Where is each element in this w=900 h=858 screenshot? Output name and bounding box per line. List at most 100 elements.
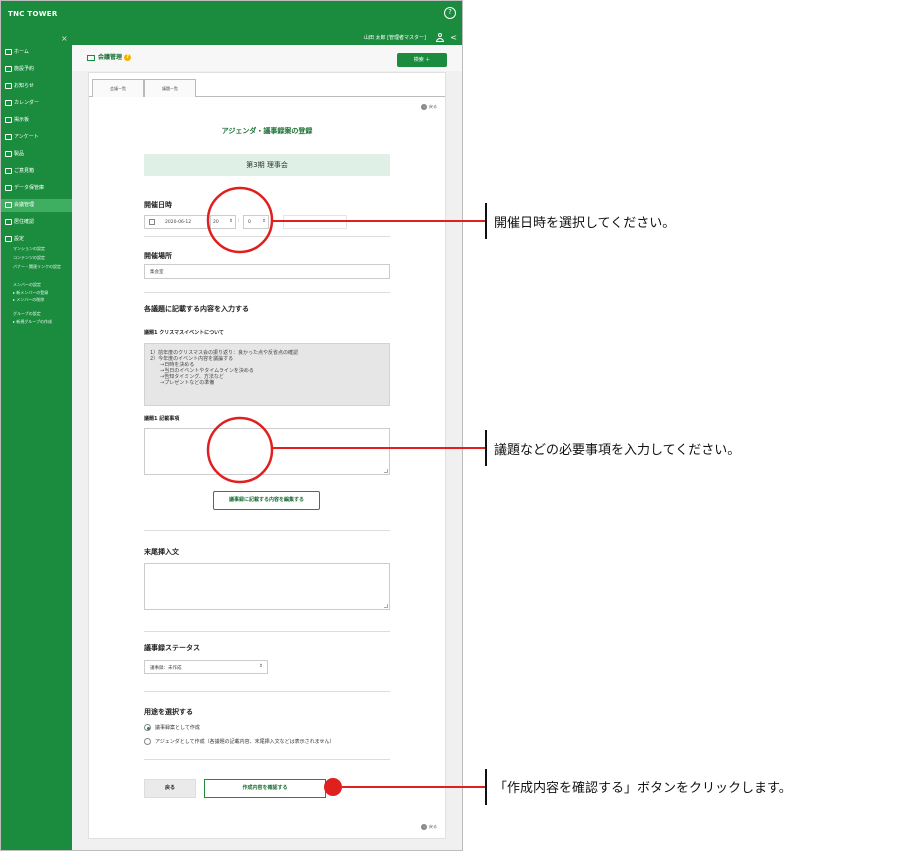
survey-icon xyxy=(5,133,12,140)
share-icon[interactable]: < xyxy=(450,33,457,42)
user-icon[interactable] xyxy=(436,33,444,42)
callout-bar-notes xyxy=(485,430,487,466)
storage-icon xyxy=(5,184,12,191)
callout-bar-datetime xyxy=(485,203,487,239)
help-icon[interactable]: ? xyxy=(444,7,456,19)
time-colon: : xyxy=(238,219,240,224)
divider xyxy=(144,691,390,692)
search-button[interactable]: 検索 ＋ xyxy=(397,53,447,67)
agenda-notes-textarea[interactable] xyxy=(144,428,390,475)
confirm-button[interactable]: 作成内容を確認する xyxy=(204,779,326,798)
agenda-title: 議題1 クリスマスイベントについて xyxy=(144,330,224,336)
sidebar-item-storage[interactable]: データ保管庫 xyxy=(1,182,72,195)
place-label: 開催場所 xyxy=(144,252,172,260)
brand-logo: TNC TOWER xyxy=(8,10,58,18)
monitor-icon xyxy=(87,54,95,61)
sidebar: × ホーム 施設予約 お知らせ カレンダー 掲示板 アンケート 製品 ご意見箱 … xyxy=(1,31,72,850)
calendar-icon xyxy=(149,219,155,225)
sidebar-item-survey[interactable]: アンケート xyxy=(1,131,72,144)
sidebar-item-calendar[interactable]: カレンダー xyxy=(1,97,72,110)
residence-icon xyxy=(5,218,12,225)
sidebar-item-reservation[interactable]: 施設予約 xyxy=(1,63,72,76)
divider xyxy=(144,292,390,293)
back-icon: ‹ xyxy=(421,104,427,110)
help-icon[interactable]: ? xyxy=(124,54,132,61)
top-bar: TNC TOWER ? xyxy=(1,1,462,31)
back-link-top[interactable]: ‹ 戻る xyxy=(421,104,437,110)
meeting-name: 第3期 理事会 xyxy=(144,154,390,176)
calendar-icon xyxy=(5,99,12,106)
chevron-down-icon: ⇕ xyxy=(259,664,263,669)
divider xyxy=(144,759,390,760)
settings-sub-mansion[interactable]: マンションの設定 xyxy=(13,246,45,251)
news-icon xyxy=(5,82,12,89)
tab-agenda-list[interactable]: 議題一覧 xyxy=(144,79,196,97)
end-time-field[interactable] xyxy=(283,215,347,229)
app-screenshot: TNC TOWER ? × ホーム 施設予約 お知らせ カレンダー 掲示板 アン… xyxy=(0,0,463,851)
date-field[interactable]: 2020-06-12 xyxy=(144,215,208,229)
board-icon xyxy=(5,116,12,123)
usage-option-agenda[interactable]: アジェンダとして作成（各議題の記載内容、末尾挿入文などは表示されません） xyxy=(144,738,335,745)
sidebar-item-residence[interactable]: 居住確認 xyxy=(1,216,72,229)
close-icon[interactable]: × xyxy=(61,34,68,43)
user-bar: 山田 太郎 [管理者マスター] < xyxy=(72,31,462,45)
datetime-label: 開催日時 xyxy=(144,201,172,209)
tab-meeting-list[interactable]: 会議一覧 xyxy=(92,79,144,97)
feedback-icon xyxy=(5,167,12,174)
sidebar-item-meetings[interactable]: 会議管理 xyxy=(1,199,72,212)
settings-sub-new-member[interactable]: ▸ 新メンバーの登録 xyxy=(13,290,48,295)
settings-sub-delete-member[interactable]: ▸ メンバーの削除 xyxy=(13,297,44,302)
page-title: 会議管理? xyxy=(87,52,132,61)
stepper-icon: ⇕ xyxy=(262,219,266,224)
sidebar-item-home[interactable]: ホーム xyxy=(1,46,72,59)
minute-select[interactable]: 0 ⇕ xyxy=(243,215,269,229)
hour-select[interactable]: 20 ⇕ xyxy=(210,215,236,229)
edit-minutes-button[interactable]: 議事録に記載する内容を編集する xyxy=(213,491,320,510)
section-heading: 各議題に記載する内容を入力する xyxy=(144,305,249,313)
radio-icon xyxy=(144,738,151,745)
callout-confirm: 「作成内容を確認する」ボタンをクリックします。 xyxy=(494,781,792,796)
divider xyxy=(144,236,390,237)
place-input[interactable]: 集会室 xyxy=(144,264,390,279)
user-name[interactable]: 山田 太郎 [管理者マスター] xyxy=(364,34,426,41)
sidebar-item-news[interactable]: お知らせ xyxy=(1,80,72,93)
resize-handle-icon[interactable] xyxy=(384,469,388,473)
form-card: 会議一覧 議題一覧 ‹ 戻る アジェンダ・議事録案の登録 第3期 理事会 開催日時… xyxy=(88,72,446,839)
divider xyxy=(144,631,390,632)
footer-text-textarea[interactable] xyxy=(144,563,390,610)
resize-handle-icon[interactable] xyxy=(384,604,388,608)
home-icon xyxy=(5,48,12,55)
callout-datetime: 開催日時を選択してください。 xyxy=(494,216,676,231)
back-link-bottom[interactable]: ‹ 戻る xyxy=(421,824,437,830)
settings-sub-banner[interactable]: バナー・関連リンクの設定 xyxy=(13,264,61,269)
settings-sub-members[interactable]: メンバーの設定 xyxy=(13,282,41,287)
form-title: アジェンダ・議事録案の登録 xyxy=(221,127,313,135)
facility-icon xyxy=(5,65,12,72)
settings-sub-content[interactable]: コンテンツの設定 xyxy=(13,255,45,260)
back-button[interactable]: 戻る xyxy=(144,779,196,798)
stepper-icon: ⇕ xyxy=(229,219,233,224)
tab-bar: 会議一覧 議題一覧 xyxy=(89,79,445,97)
sidebar-item-feedback[interactable]: ご意見箱 xyxy=(1,165,72,178)
usage-option-minutes[interactable]: 議事録案として作成 xyxy=(144,724,200,731)
gear-icon xyxy=(5,235,12,242)
callout-notes: 議題などの必要事項を入力してください。 xyxy=(494,443,741,458)
sidebar-item-board[interactable]: 掲示板 xyxy=(1,114,72,127)
settings-sub-new-group[interactable]: ▸ 新規グループの作成 xyxy=(13,319,52,324)
product-icon xyxy=(5,150,12,157)
page-header: 会議管理? 検索 ＋ xyxy=(72,45,462,71)
agenda-notes-label: 議題1 記載事項 xyxy=(144,416,180,422)
sidebar-item-products[interactable]: 製品 xyxy=(1,148,72,161)
footer-text-label: 末尾挿入文 xyxy=(144,548,179,556)
status-select[interactable]: 議事録：未作成 ⇕ xyxy=(144,660,268,674)
agenda-content: 1）前年度のクリスマス会の振り返り：良かった点や反省点の確認 2）今年度のイベン… xyxy=(144,343,390,406)
divider xyxy=(144,530,390,531)
status-label: 議事録ステータス xyxy=(144,644,200,652)
radio-selected-icon xyxy=(144,724,151,731)
monitor-icon xyxy=(5,201,12,208)
settings-sub-groups[interactable]: グループの設定 xyxy=(13,311,41,316)
usage-label: 用途を選択する xyxy=(144,708,193,716)
sidebar-item-settings[interactable]: 設定 xyxy=(1,233,72,246)
callout-bar-confirm xyxy=(485,769,487,805)
back-icon: ‹ xyxy=(421,824,427,830)
